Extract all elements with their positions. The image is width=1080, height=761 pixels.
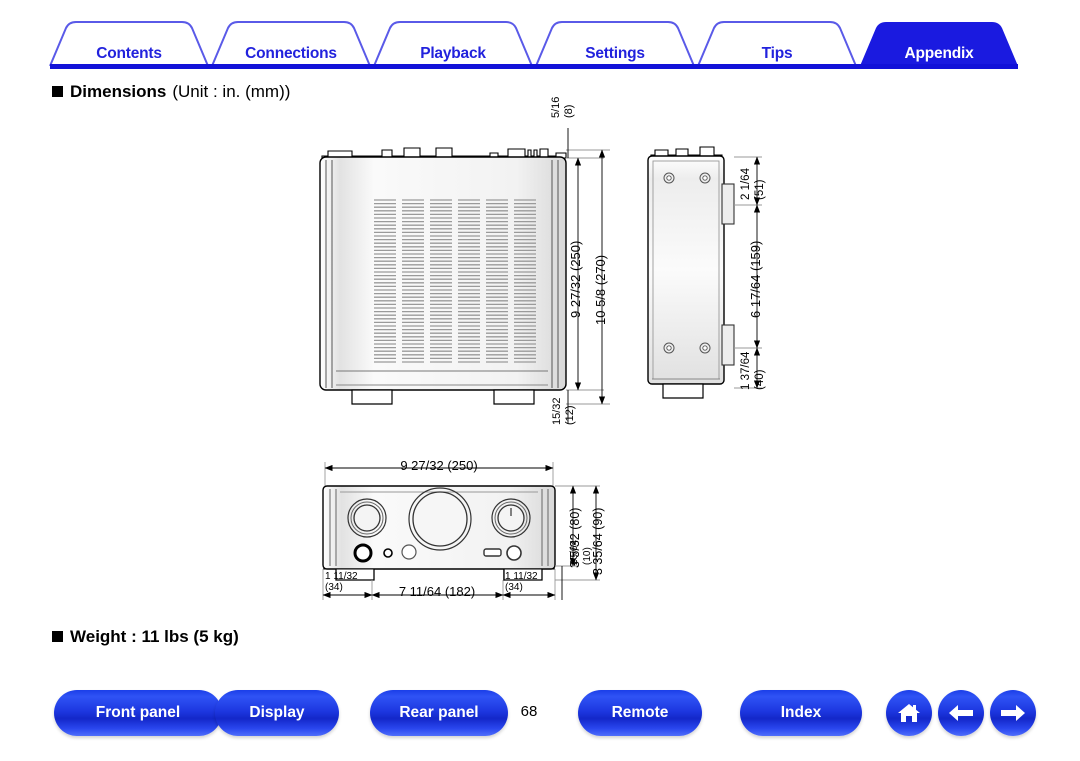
dim-label-front-34-right: 1 11/32 (34)	[505, 571, 538, 593]
dim-front-34-left-mm: (34)	[325, 581, 343, 593]
dim-front-34-right-mm: (34)	[505, 581, 523, 593]
forward-button[interactable]	[990, 690, 1036, 736]
tab-label-tips[interactable]: Tips	[762, 45, 793, 63]
dim-label-side-2-1-64: 2 1/64	[740, 168, 752, 200]
headphone-jack	[353, 543, 373, 563]
bottom-navigation: Front panel Display Rear panel 68 Remote…	[0, 690, 1080, 742]
input-selector-knob	[347, 498, 387, 538]
dim-label-front-182: 7 11/64 (182)	[398, 584, 476, 599]
power-button	[506, 545, 522, 561]
dimensions-unit-text: (Unit : in. (mm))	[172, 82, 291, 101]
tab-bar-rule	[50, 64, 1018, 69]
weight-heading-text: Weight : 11 lbs (5 kg)	[70, 627, 239, 646]
volume-knob	[408, 487, 472, 551]
tab-label-contents[interactable]: Contents	[96, 45, 162, 63]
nav-button-index[interactable]: Index	[740, 690, 862, 736]
dim-label-front-90: 3 35/64 (90)	[591, 507, 605, 575]
side-view-drawing	[647, 146, 735, 399]
dim-label-top-5-16: 5/16	[550, 96, 563, 118]
bullet-square-icon-2	[52, 631, 63, 642]
dim-label-side-51mm: (51)	[754, 179, 766, 200]
front-view-drawing	[322, 462, 556, 581]
vent-lines	[374, 199, 536, 363]
tab-label-playback[interactable]: Playback	[420, 45, 486, 63]
right-knob	[491, 498, 531, 538]
dim-front-34-right-inch: 1 11/32	[505, 571, 538, 582]
home-icon	[896, 701, 922, 725]
tab-label-appendix[interactable]: Appendix	[904, 45, 973, 63]
arrow-right-icon	[999, 703, 1027, 723]
dim-label-top-250: 9 27/32 (250)	[568, 240, 583, 318]
tab-label-settings[interactable]: Settings	[585, 45, 645, 63]
home-button[interactable]	[886, 690, 932, 736]
dim-front-34-left-inch: 1 11/32	[325, 571, 358, 582]
nav-button-display[interactable]: Display	[215, 690, 339, 736]
dim-label-front-250: 9 27/32 (250)	[400, 458, 478, 473]
tab-label-connections[interactable]: Connections	[245, 45, 337, 63]
weight-heading: Weight : 11 lbs (5 kg)	[52, 627, 239, 647]
bullet-square-icon	[52, 86, 63, 97]
dim-top-5-16-mm: (8)	[563, 104, 575, 118]
dim-label-top-12mm: (12)	[564, 405, 576, 425]
small-button	[383, 548, 393, 558]
tab-bar: Contents Connections Playback Settings T…	[0, 18, 1080, 70]
top-view-drawing	[319, 147, 567, 405]
page-number: 68	[520, 703, 538, 720]
dimensions-heading: Dimensions (Unit : in. (mm))	[52, 82, 290, 102]
back-button[interactable]	[938, 690, 984, 736]
screw-icon	[663, 172, 711, 354]
usb-port	[483, 548, 502, 557]
nav-button-remote[interactable]: Remote	[578, 690, 702, 736]
nav-button-front-panel[interactable]: Front panel	[54, 690, 222, 736]
front-view-dimension-lines	[322, 485, 600, 600]
arrow-left-icon	[947, 703, 975, 723]
dim-label-top-8mm: (8)	[563, 104, 576, 118]
dim-label-top-15-32-inch: 15/32	[551, 397, 563, 425]
dimensions-heading-text: Dimensions	[70, 82, 167, 101]
dim-label-side-159: 6 17/64 (159)	[748, 240, 763, 318]
dim-label-side-1-37-64: 1 37/64	[740, 351, 752, 390]
nav-button-rear-panel[interactable]: Rear panel	[370, 690, 508, 736]
indicator-lamp	[401, 544, 417, 560]
dim-label-side-40mm: (40)	[754, 369, 766, 390]
page-root: Contents Connections Playback Settings T…	[0, 0, 1080, 761]
dim-label-top-270: 10 5/8 (270)	[593, 254, 608, 325]
dim-label-front-34-left: 1 11/32 (34)	[325, 571, 358, 593]
dim-top-5-16-inch: 5/16	[550, 96, 562, 118]
dim-label-front-80: 3 5/32 (80)	[568, 507, 582, 568]
